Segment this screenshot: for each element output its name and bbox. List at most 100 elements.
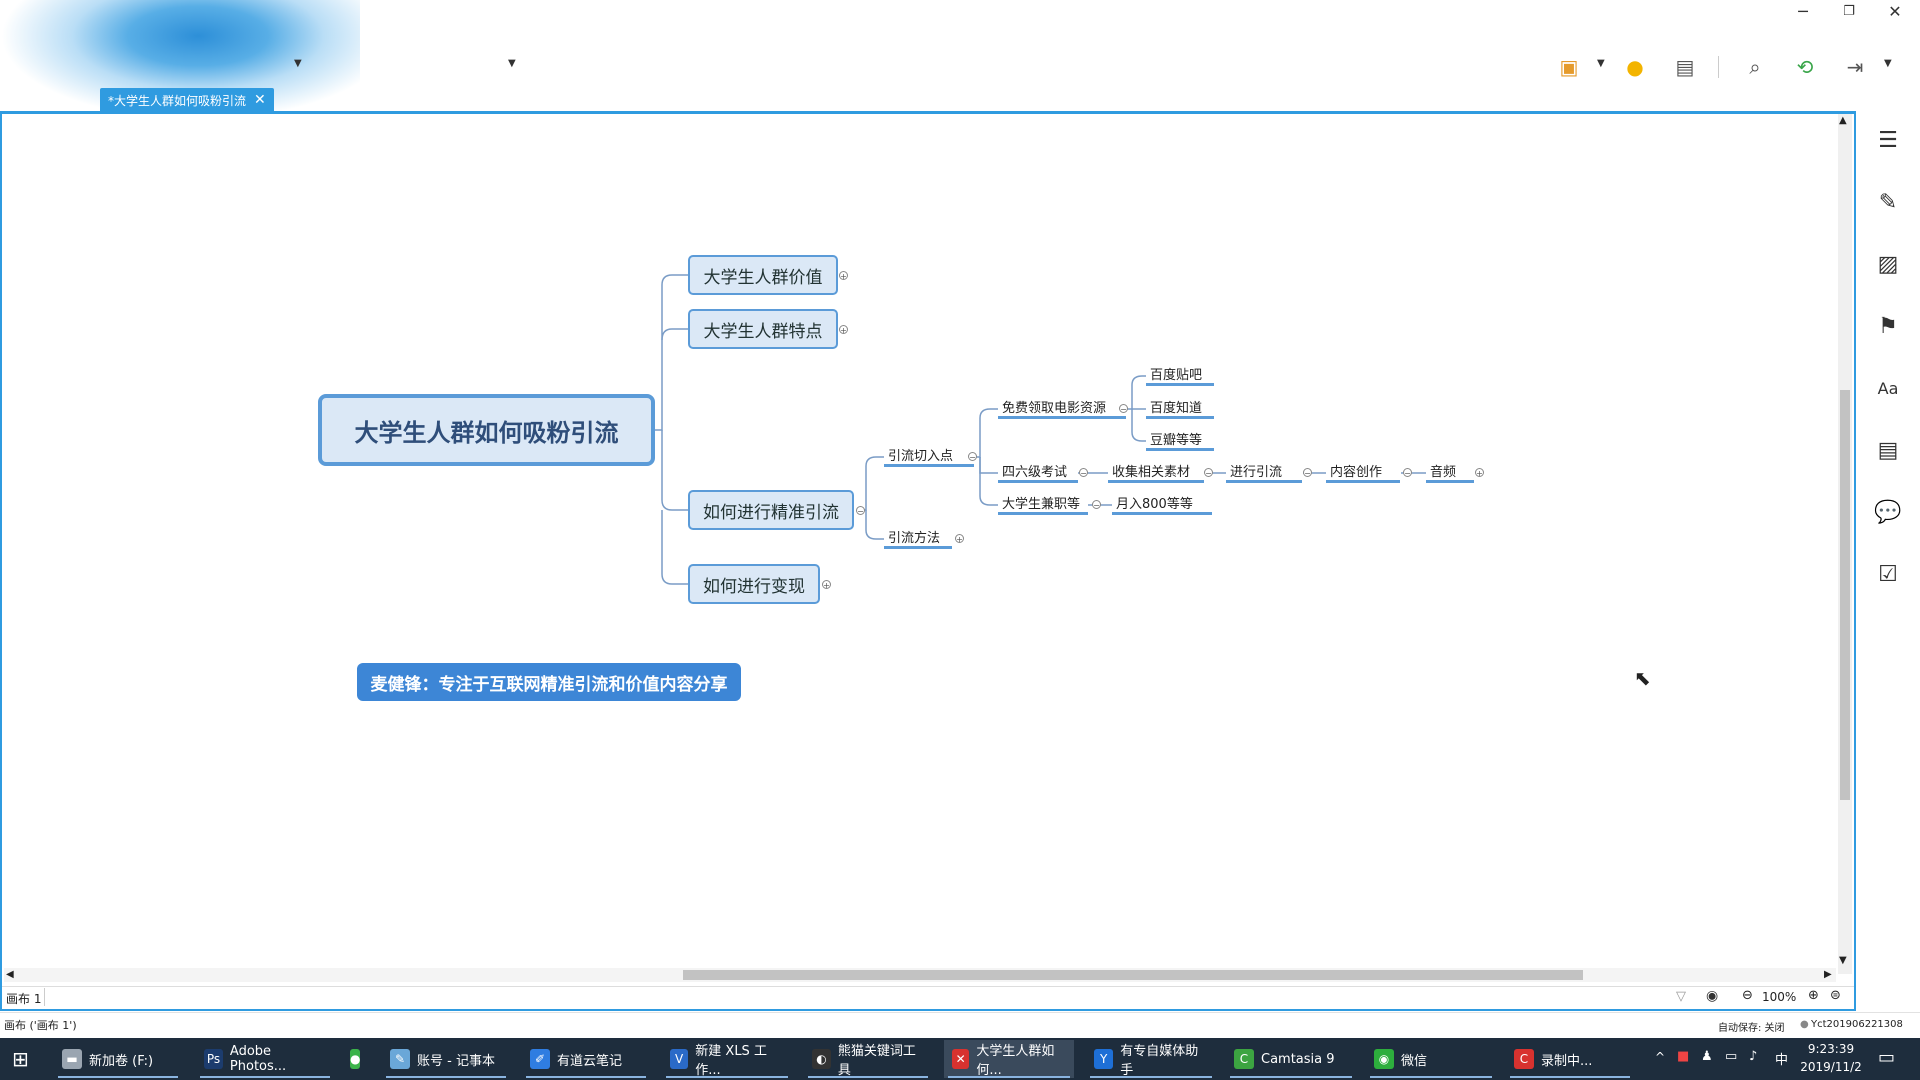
subtopic-baidu-zhidao[interactable]: 百度知道 bbox=[1146, 397, 1214, 419]
taskbar-app-label: 有专自媒体助手 bbox=[1120, 1044, 1199, 1078]
vertical-scroll-thumb[interactable] bbox=[1840, 390, 1850, 800]
collapse-icon[interactable]: − bbox=[1403, 468, 1412, 478]
taskbar-app-3[interactable]: ✎ 账号 - 记事本 bbox=[382, 1040, 510, 1078]
sheet-tab[interactable]: 画布 1 bbox=[6, 990, 41, 1007]
fit-view-icon[interactable]: ⊜ bbox=[1830, 988, 1841, 1003]
notification-icon[interactable]: ▭ bbox=[1878, 1047, 1895, 1068]
user-status-icon: ● bbox=[1800, 1019, 1809, 1030]
notes-icon[interactable]: ▤ bbox=[1868, 430, 1908, 470]
zoom-in-icon[interactable]: ⊕ bbox=[1808, 988, 1819, 1003]
subtopic-baidu-tieba[interactable]: 百度贴吧 bbox=[1146, 364, 1214, 386]
autosave-status[interactable]: 自动保存: 关闭 bbox=[1718, 1019, 1785, 1034]
scroll-up-icon[interactable]: ▲ bbox=[1839, 115, 1847, 126]
collapse-icon[interactable]: − bbox=[1204, 468, 1213, 478]
taskbar-app-underline bbox=[1090, 1076, 1212, 1078]
task-icon[interactable]: ☑ bbox=[1868, 554, 1908, 594]
taskbar-app-icon: Y bbox=[1094, 1049, 1114, 1069]
status-canvas-label: 画布 ('画布 1') bbox=[4, 1019, 77, 1032]
subtopic-collect-material[interactable]: 收集相关素材 bbox=[1108, 461, 1204, 483]
subtopic-entry-point[interactable]: 引流切入点 bbox=[884, 445, 974, 467]
taskbar-app-11[interactable]: C 录制中... bbox=[1506, 1040, 1634, 1078]
collapse-icon[interactable]: − bbox=[856, 506, 865, 516]
taskbar-app-icon: ✎ bbox=[390, 1049, 410, 1069]
horizontal-scroll-thumb[interactable] bbox=[683, 970, 1583, 980]
taskbar-app-icon: C bbox=[1514, 1049, 1534, 1069]
branch-topic-traits[interactable]: 大学生人群特点 bbox=[688, 309, 838, 349]
taskbar-app-0[interactable]: ▬ 新加卷 (F:) bbox=[54, 1040, 182, 1078]
clock-time[interactable]: 9:23:39 bbox=[1800, 1042, 1862, 1056]
tray-chevron-icon[interactable]: ^ bbox=[1655, 1050, 1665, 1064]
subtopic-free-movies[interactable]: 免费领取电影资源 bbox=[998, 397, 1126, 419]
collapse-icon[interactable]: − bbox=[968, 452, 977, 462]
expand-icon[interactable]: + bbox=[839, 271, 848, 281]
taskbar-app-label: 账号 - 记事本 bbox=[417, 1053, 495, 1069]
author-callout[interactable]: 麦健锋：专注于互联网精准引流和价值内容分享 bbox=[357, 663, 741, 701]
expand-icon[interactable]: + bbox=[955, 534, 964, 544]
taskbar-app-underline bbox=[200, 1076, 330, 1078]
tray-qq-icon[interactable]: ♟ bbox=[1701, 1049, 1713, 1064]
expand-icon[interactable]: + bbox=[1475, 468, 1484, 478]
taskbar-app-icon: Ps bbox=[204, 1049, 223, 1069]
collapse-icon[interactable]: − bbox=[1303, 468, 1312, 478]
taskbar-app-label: 微信 bbox=[1401, 1053, 1428, 1069]
clock-date[interactable]: 2019/11/2 bbox=[1796, 1060, 1866, 1074]
scroll-down-icon[interactable]: ▼ bbox=[1839, 955, 1847, 966]
taskbar-app-6[interactable]: ◐ 熊猫关键词工具 bbox=[804, 1040, 932, 1078]
status-bar bbox=[0, 1012, 1920, 1039]
outline-icon[interactable]: ☰ bbox=[1868, 120, 1908, 160]
root-topic[interactable]: 大学生人群如何吸粉引流 bbox=[318, 394, 655, 466]
subtopic-parttime[interactable]: 大学生兼职等 bbox=[998, 493, 1088, 515]
taskbar-app-icon: ◉ bbox=[1374, 1049, 1394, 1069]
taskbar-app-icon: C bbox=[1234, 1049, 1254, 1069]
taskbar-app-8[interactable]: Y 有专自媒体助手 bbox=[1086, 1040, 1216, 1078]
collapse-icon[interactable]: − bbox=[1079, 468, 1088, 478]
taskbar-app-4[interactable]: ✐ 有道云笔记 bbox=[522, 1040, 650, 1078]
taskbar-app-icon: ✐ bbox=[530, 1049, 550, 1069]
zoom-out-icon[interactable]: ⊖ bbox=[1742, 988, 1753, 1003]
taskbar-app-2[interactable]: ● bbox=[342, 1040, 372, 1078]
subtopic-do-traffic[interactable]: 进行引流 bbox=[1226, 461, 1302, 483]
collapse-icon[interactable]: − bbox=[1092, 500, 1101, 510]
collapse-icon[interactable]: − bbox=[1119, 404, 1128, 414]
taskbar-app-label: Adobe Photos... bbox=[229, 1044, 287, 1074]
scroll-left-icon[interactable]: ◀ bbox=[6, 969, 14, 980]
taskbar-app-icon: ✕ bbox=[952, 1049, 970, 1069]
taskbar-app-10[interactable]: ◉ 微信 bbox=[1366, 1040, 1496, 1078]
network-icon[interactable]: ▭ bbox=[1725, 1049, 1737, 1064]
expand-icon[interactable]: + bbox=[839, 325, 848, 335]
taskbar-app-icon: ◐ bbox=[812, 1049, 831, 1069]
flag-icon[interactable]: ⚑ bbox=[1868, 306, 1908, 346]
taskbar-app-1[interactable]: Ps Adobe Photos... bbox=[196, 1040, 334, 1078]
windows-start-icon[interactable]: ⊞ bbox=[12, 1047, 29, 1071]
ime-indicator[interactable]: 中 bbox=[1775, 1049, 1788, 1068]
branch-topic-monetize[interactable]: 如何进行变现 bbox=[688, 564, 820, 604]
taskbar-app-5[interactable]: V 新建 XLS 工作... bbox=[662, 1040, 792, 1078]
comment-icon[interactable]: 💬 bbox=[1868, 492, 1908, 532]
volume-icon[interactable]: ♪ bbox=[1749, 1049, 1757, 1064]
subtopic-cet[interactable]: 四六级考试 bbox=[998, 461, 1078, 483]
branch-topic-value[interactable]: 大学生人群价值 bbox=[688, 255, 838, 295]
scroll-right-icon[interactable]: ▶ bbox=[1824, 969, 1832, 980]
tray-app-icon[interactable]: ■ bbox=[1677, 1049, 1689, 1064]
taskbar-app-label: 大学生人群如何... bbox=[976, 1044, 1055, 1078]
subtopic-method[interactable]: 引流方法 bbox=[884, 527, 952, 549]
subtopic-douban[interactable]: 豆瓣等等 bbox=[1146, 429, 1214, 451]
filter-icon[interactable]: ▽ bbox=[1676, 989, 1686, 1004]
text-style-icon[interactable]: Aa bbox=[1868, 368, 1908, 408]
subtopic-content-creation[interactable]: 内容创作 bbox=[1326, 461, 1400, 483]
mouse-cursor-icon: ⬉ bbox=[1634, 666, 1651, 690]
expand-icon[interactable]: + bbox=[822, 580, 831, 590]
taskbar-app-icon: V bbox=[670, 1049, 689, 1069]
subtopic-audio[interactable]: 音频 bbox=[1426, 461, 1474, 483]
image-icon[interactable]: ▨ bbox=[1868, 244, 1908, 284]
taskbar-app-underline bbox=[386, 1076, 506, 1078]
format-brush-icon[interactable]: ✎ bbox=[1868, 182, 1908, 222]
subtopic-income[interactable]: 月入800等等 bbox=[1112, 493, 1212, 515]
taskbar-app-9[interactable]: C Camtasia 9 bbox=[1226, 1040, 1356, 1078]
taskbar-app-underline bbox=[1510, 1076, 1630, 1078]
user-account[interactable]: Yct201906221308 bbox=[1811, 1019, 1903, 1030]
taskbar-app-icon: ▬ bbox=[62, 1049, 82, 1069]
branch-topic-traffic[interactable]: 如何进行精准引流 bbox=[688, 490, 854, 530]
eye-icon[interactable]: ◉ bbox=[1706, 988, 1718, 1004]
taskbar-app-7[interactable]: ✕ 大学生人群如何... bbox=[944, 1040, 1074, 1078]
